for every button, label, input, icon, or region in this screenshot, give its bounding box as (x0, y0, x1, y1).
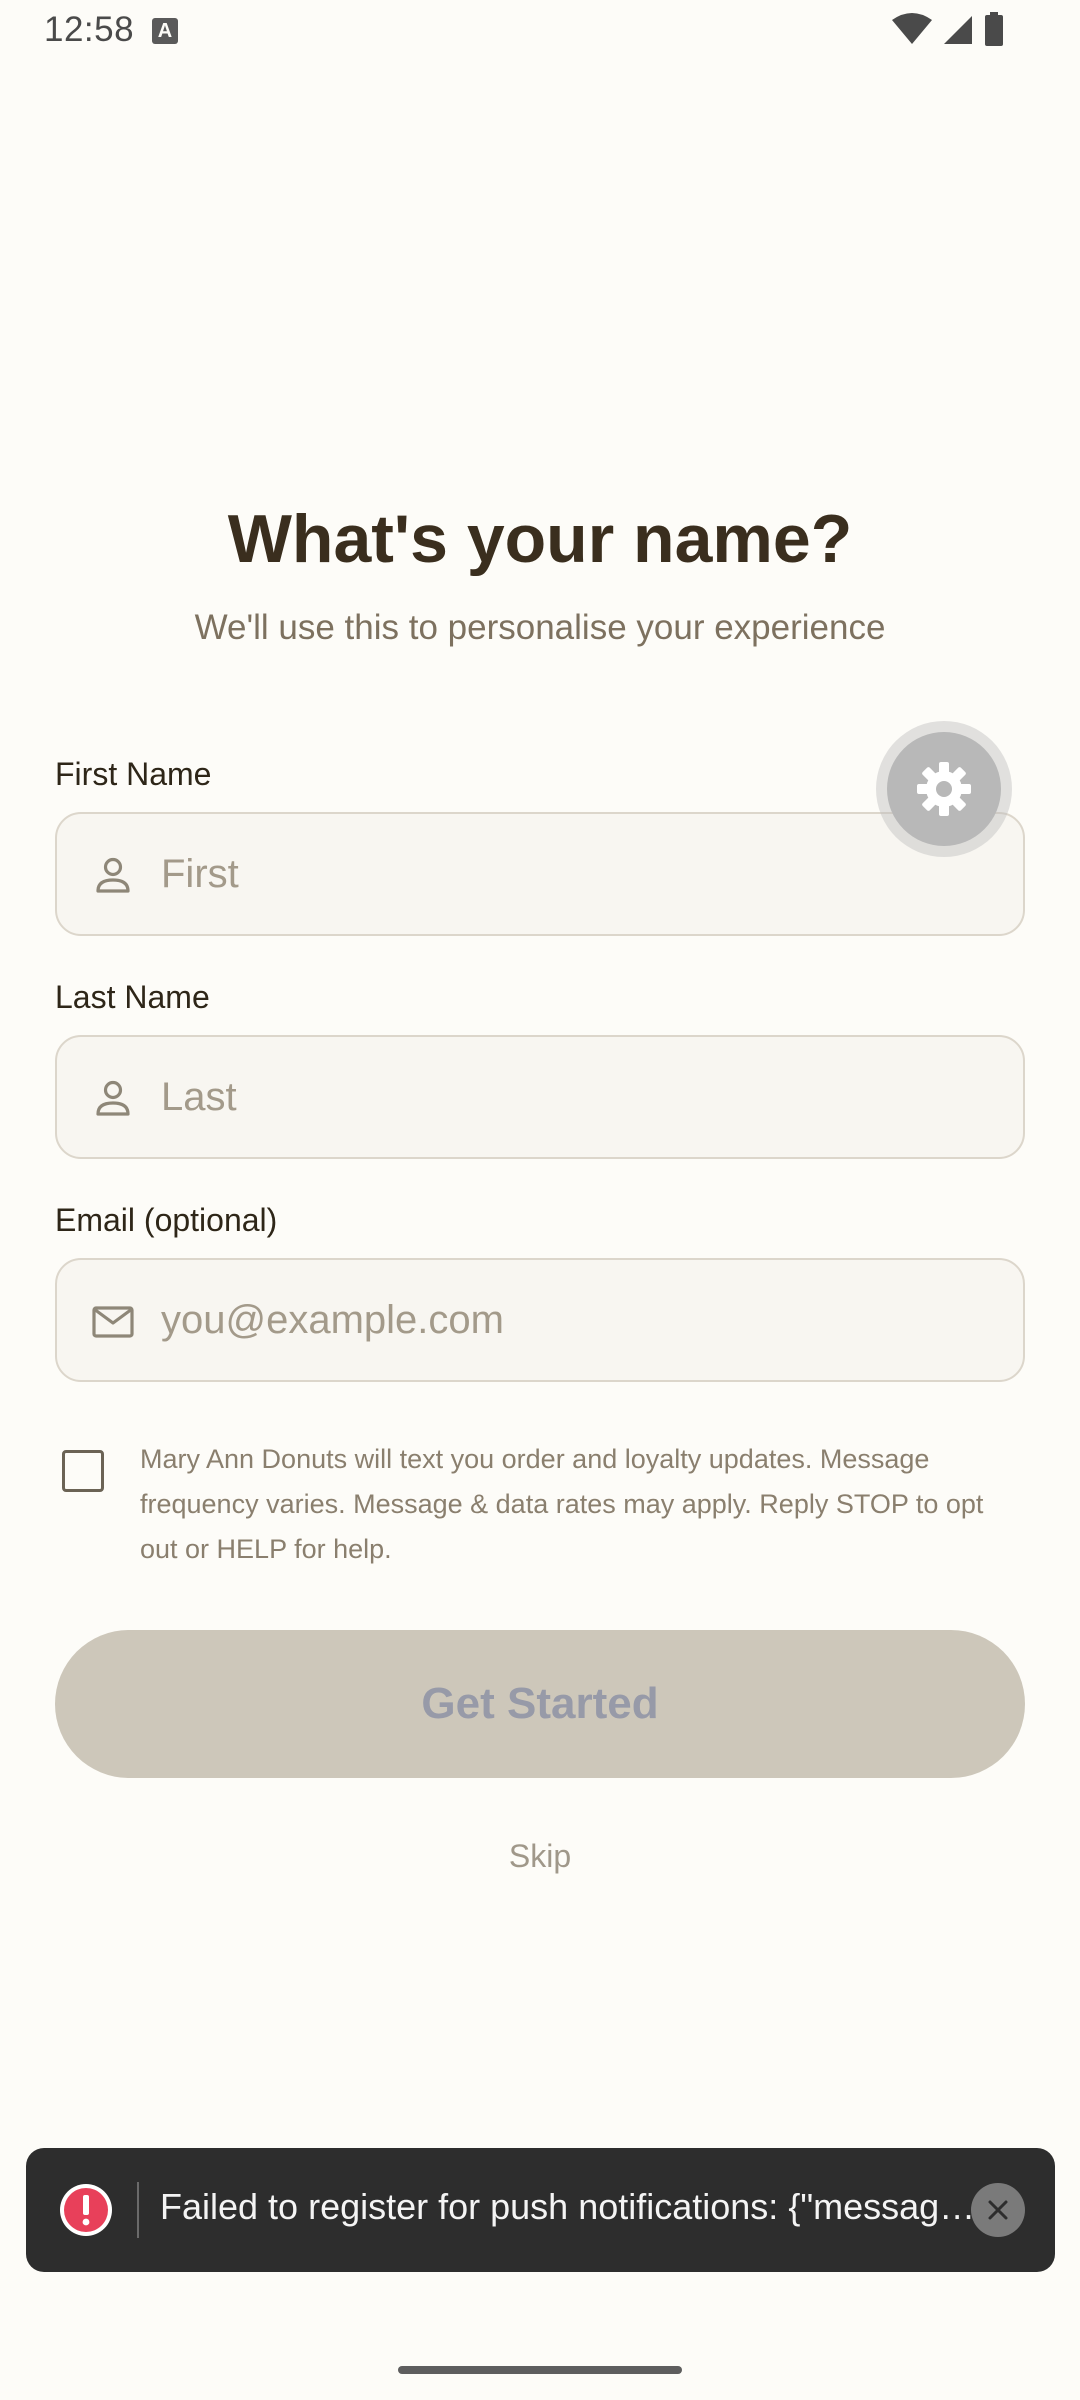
gear-icon (917, 762, 971, 816)
first-name-input[interactable] (161, 814, 1001, 934)
sms-consent-checkbox[interactable] (62, 1450, 104, 1492)
toast-close-button[interactable] (971, 2183, 1025, 2237)
person-icon (96, 857, 130, 893)
mail-icon (92, 1306, 134, 1338)
error-icon (60, 2184, 112, 2236)
last-name-label: Last Name (55, 979, 210, 1015)
skip-link[interactable]: Skip (0, 1838, 1080, 1875)
wifi-icon (892, 13, 932, 44)
email-input[interactable] (161, 1260, 1001, 1380)
email-label: Email (optional) (55, 1202, 278, 1238)
status-icons (892, 12, 1004, 46)
status-bar: 12:58 A (0, 0, 1080, 62)
battery-icon (985, 12, 1003, 46)
close-icon (988, 2200, 1008, 2220)
toast-divider (137, 2182, 139, 2238)
name-onboarding-screen: 12:58 A What's your name? We'll use this… (0, 0, 1080, 2400)
email-field[interactable] (55, 1258, 1025, 1382)
error-toast: Failed to register for push notification… (26, 2148, 1055, 2272)
first-name-label: First Name (55, 756, 212, 792)
sms-consent-text: Mary Ann Donuts will text you order and … (140, 1444, 984, 1564)
settings-button[interactable] (876, 721, 1012, 857)
first-name-field[interactable] (55, 812, 1025, 936)
settings-button-surface (887, 732, 1001, 846)
get-started-button[interactable]: Get Started (55, 1630, 1025, 1778)
person-icon (96, 1080, 130, 1116)
status-time: 12:58 (44, 10, 135, 49)
page-subtitle: We'll use this to personalise your exper… (194, 608, 886, 647)
signal-icon (944, 16, 972, 44)
toast-message: Failed to register for push notification… (160, 2186, 980, 2227)
home-indicator[interactable] (398, 2366, 682, 2374)
a-icon: A (152, 18, 178, 44)
last-name-input[interactable] (161, 1037, 1001, 1157)
last-name-field[interactable] (55, 1035, 1025, 1159)
page-title: What's your name? (227, 501, 853, 577)
